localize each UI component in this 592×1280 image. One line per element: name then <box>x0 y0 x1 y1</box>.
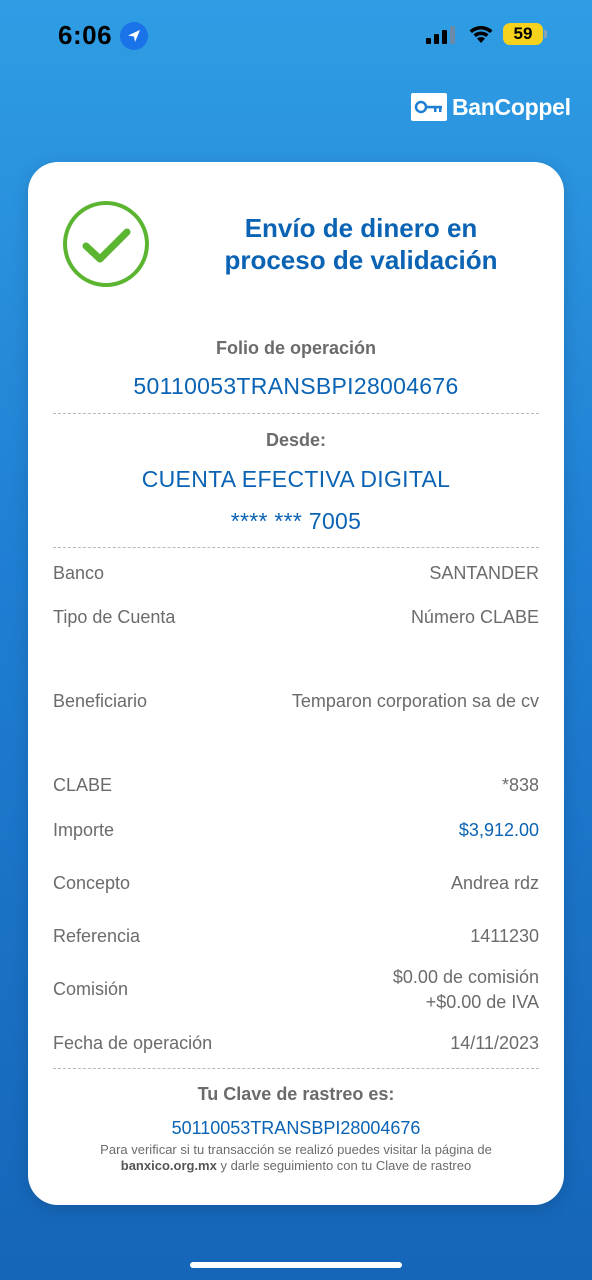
account-type-label: Tipo de Cuenta <box>53 607 176 627</box>
divider <box>53 547 539 548</box>
date-label: Fecha de operación <box>53 1033 213 1053</box>
from-account-name: CUENTA EFECTIVA DIGITAL <box>141 466 451 492</box>
brand-name: BanCoppel <box>452 93 571 120</box>
status-bar: 6:06 59 <box>0 0 592 70</box>
receipt-title-line2: proceso de validación <box>224 245 498 275</box>
location-arrow-icon <box>120 22 148 50</box>
clabe-value: *838 <box>501 775 539 795</box>
tracking-label: Tu Clave de rastreo es: <box>197 1084 395 1104</box>
from-account-number: **** *** 7005 <box>230 508 362 534</box>
bancoppel-logo: BanCoppel <box>411 92 571 122</box>
concept-value: Andrea rdz <box>450 873 539 893</box>
date-value: 14/11/2023 <box>450 1033 539 1053</box>
note-text-2: y darle seguimiento con tu Clave de rast… <box>220 1158 472 1173</box>
battery-icon: 59 <box>503 23 543 45</box>
home-indicator[interactable] <box>190 1262 402 1268</box>
bank-label: Banco <box>53 563 105 583</box>
folio-value: 50110053TRANSBPI28004676 <box>133 373 459 399</box>
status-time: 6:06 <box>58 20 113 50</box>
receipt-title-line1: Envío de dinero en <box>244 213 478 243</box>
battery-tip <box>544 30 547 38</box>
reference-label: Referencia <box>53 926 141 946</box>
concept-label: Concepto <box>53 873 131 893</box>
beneficiary-label: Beneficiario <box>53 691 148 711</box>
clabe-label: CLABE <box>53 775 113 795</box>
from-label: Desde: <box>265 430 327 450</box>
commission-value: $0.00 de comisión <box>392 967 539 987</box>
tracking-value: 50110053TRANSBPI28004676 <box>171 1118 421 1138</box>
receipt-title: Envío de dinero en proceso de validación <box>178 212 544 276</box>
amount-label: Importe <box>53 820 115 840</box>
divider <box>53 413 539 414</box>
note-text: Para verificar si tu transacción se real… <box>100 1142 492 1157</box>
receipt-card: Envío de dinero en proceso de validación… <box>28 162 564 1205</box>
divider <box>53 1068 539 1069</box>
reference-value: 1411230 <box>470 926 539 946</box>
account-type-value: Número CLABE <box>410 607 539 627</box>
key-icon <box>411 93 447 121</box>
check-circle-icon <box>63 201 149 287</box>
commission-iva-value: +$0.00 de IVA <box>425 992 539 1012</box>
beneficiary-value: Temparon corporation sa de cv <box>291 691 539 711</box>
commission-label: Comisión <box>53 979 129 999</box>
banxico-link[interactable]: banxico.org.mx <box>121 1158 217 1173</box>
bank-value: SANTANDER <box>429 563 539 583</box>
folio-label: Folio de operación <box>215 338 376 358</box>
amount-value: $3,912.00 <box>458 820 539 840</box>
verification-note: Para verificar si tu transacción se real… <box>58 1142 534 1174</box>
cellular-signal-icon <box>426 26 455 44</box>
wifi-icon <box>469 26 493 43</box>
